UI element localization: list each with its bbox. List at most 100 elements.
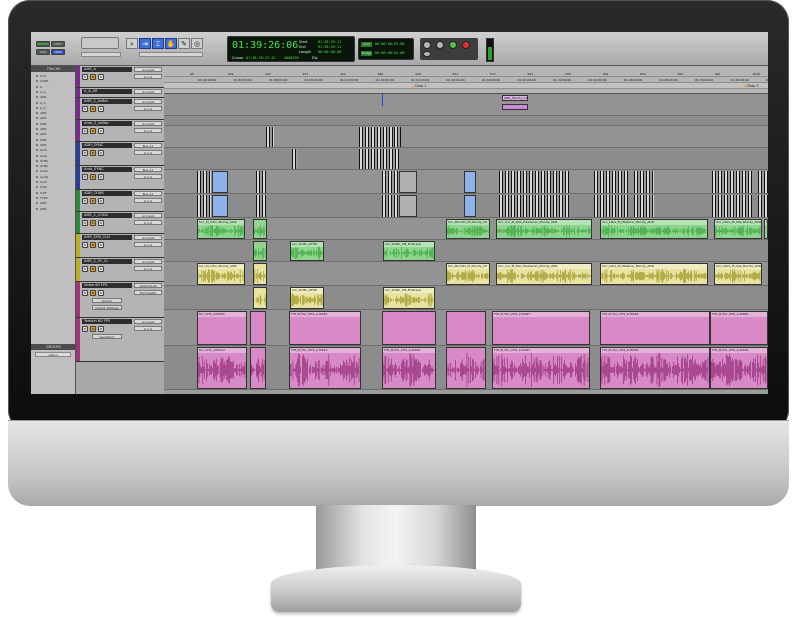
solo-button[interactable]: S [82, 74, 88, 80]
nudge-value[interactable]: 00:00:00:01.00 [375, 51, 405, 55]
track-header[interactable]: ADR_A no input A 1-2 S M R [76, 66, 164, 88]
record-arm-button[interactable]: R [98, 128, 104, 134]
track-name[interactable]: Video 60 FPS [82, 283, 132, 288]
track-name[interactable]: ADR_2_CONS [82, 213, 132, 218]
dly-label[interactable]: Dly [312, 56, 318, 60]
mute-button[interactable]: M [90, 174, 96, 180]
track-header[interactable]: ADR_2_CONS no input A 1-2 S M R [76, 212, 164, 234]
track-lane[interactable] [164, 116, 768, 126]
playhead-cursor[interactable] [382, 94, 383, 106]
track-input-selector[interactable]: no input [134, 235, 162, 240]
groups-header[interactable]: GROUPS [31, 344, 76, 350]
track-visibility-icon[interactable] [36, 159, 38, 162]
track-list-item[interactable]: ADR [33, 127, 74, 132]
audio-clip[interactable] [446, 311, 486, 345]
audio-clip[interactable] [250, 311, 266, 345]
track-visibility-icon[interactable] [36, 96, 38, 99]
audio-clip[interactable]: TIH_M_Fac_CH2_scl0029 [600, 347, 710, 389]
track-input-selector[interactable]: no input [134, 67, 162, 72]
track-name[interactable]: ADR_2_AsRec [82, 99, 132, 104]
track-input-selector[interactable]: 120p/59.94 [134, 283, 162, 288]
audio-clip[interactable] [212, 171, 228, 193]
track-input-selector[interactable]: no input [134, 319, 162, 324]
track-visibility-icon[interactable] [36, 90, 38, 93]
track-visibility-icon[interactable] [36, 143, 38, 146]
mute-button[interactable]: M [90, 128, 96, 134]
mute-button[interactable]: M [90, 74, 96, 80]
zoom-controls[interactable] [81, 37, 119, 49]
track-visibility-icon[interactable] [36, 186, 38, 189]
dense-clip-region[interactable] [197, 171, 211, 193]
track-lane[interactable]: Scn_M_Intro_Mundy_ADR Scn_BornRn_M_Mundy_… [164, 262, 768, 286]
audio-clip[interactable] [253, 263, 267, 285]
track-name[interactable]: ADR_A [82, 67, 132, 72]
edit-tools-row[interactable] [139, 52, 203, 57]
track-lane[interactable]: Fac_CH1_scl0012 TIH_M_Fac_CH1_scl0013 TIH_… [164, 346, 768, 390]
track-output-selector[interactable]: A 1-2 [134, 128, 162, 133]
audio-clip[interactable]: Scn_Cor_M_Kiss_Headscan_Mundy_ADR [496, 219, 592, 239]
track-visibility-icon[interactable] [36, 207, 38, 210]
track-list-item[interactable]: SYNC [33, 159, 74, 164]
track-list-item[interactable]: A_A [33, 101, 74, 106]
track-visibility-icon[interactable] [36, 149, 38, 152]
grid-value[interactable]: 00:00:00:01.00 [375, 42, 405, 46]
audio-clip[interactable] [399, 171, 417, 193]
trim-icon[interactable]: ⇥ [139, 38, 151, 49]
track-output-selector[interactable]: Full Quality [134, 290, 162, 295]
main-counter[interactable]: 01:39:26:06 Cursor 01:38:28:23.32 400870… [227, 36, 355, 62]
track-visibility-icon[interactable] [36, 170, 38, 173]
solo-button[interactable]: S [82, 150, 88, 156]
track-lane[interactable] [164, 126, 768, 148]
dense-clip-region[interactable] [712, 195, 752, 217]
track-name[interactable]: ADR_SYN_CLN [82, 235, 132, 240]
audio-clip[interactable] [253, 241, 267, 261]
dense-clip-region[interactable] [758, 195, 768, 217]
audio-clip[interactable]: Fac_CH1_scl0001 [197, 311, 247, 345]
mute-button[interactable]: M [90, 220, 96, 226]
slip-mode-button[interactable]: SLIP [36, 49, 50, 55]
audio-clip[interactable]: TIH_M_Fac_CH1_scl0027 [492, 311, 590, 345]
track-input-selector[interactable]: no input [134, 99, 162, 104]
audio-clip[interactable]: ADR_Mundy_C1 [502, 95, 528, 101]
record-arm-button[interactable]: R [98, 266, 104, 272]
marker-chap-3[interactable]: ◆Chap 3 [744, 83, 759, 88]
track-output-selector[interactable]: A 1-2 [134, 150, 162, 155]
dense-clip-region[interactable] [256, 195, 266, 217]
audio-clip[interactable]: Scn_BornRn_M_Mundy_C2 [446, 263, 490, 285]
audio-clip[interactable] [399, 195, 417, 217]
audio-clip[interactable]: scn_DrrBn_SM_Embrace [383, 241, 435, 261]
stop-icon[interactable] [436, 41, 444, 49]
track-input-selector[interactable]: Bus 11 [134, 167, 162, 172]
track-input-selector[interactable]: no input [134, 213, 162, 218]
dense-clip-region[interactable] [758, 171, 768, 193]
record-arm-button[interactable]: R [98, 174, 104, 180]
dense-clip-region[interactable] [499, 195, 569, 217]
audio-clip[interactable]: TIH_M_Fac_CH1_scl0013 [289, 347, 361, 389]
dense-clip-region[interactable] [499, 171, 569, 193]
track-input-selector[interactable]: no input [134, 259, 162, 264]
track-visibility-icon[interactable] [36, 106, 38, 109]
rewind-icon[interactable] [423, 41, 431, 49]
mute-button[interactable]: M [90, 326, 96, 332]
track-output-selector[interactable]: A 1-2 [134, 220, 162, 225]
mute-button[interactable]: M [90, 290, 96, 296]
track-list-item[interactable]: ADR [33, 138, 74, 143]
track-list-item[interactable]: Amb [33, 148, 74, 153]
dense-clip-region[interactable] [266, 127, 274, 147]
dense-clip-region[interactable] [594, 195, 628, 217]
track-list-item[interactable]: AudC [33, 169, 74, 174]
dense-clip-region[interactable] [394, 127, 401, 147]
track-list-item[interactable]: ADR [33, 201, 74, 206]
track-visibility-icon[interactable] [36, 75, 38, 77]
audio-clip[interactable]: Scn_M_Intro_Mundy_ADR [197, 263, 245, 285]
track-lane[interactable]: scn_DrrBn_OF08 scn_DrrBn_SM_Embrace [164, 240, 768, 262]
audio-clip[interactable]: scn_DrrBn_OF08 [290, 287, 324, 309]
grid-nudge-display[interactable]: Grid 00:00:00:01.00 Nudge 00:00:00:01.00 [358, 38, 414, 60]
track-input-selector[interactable]: no input [134, 121, 162, 126]
track-header[interactable]: A_A_AR no input [76, 88, 164, 98]
solo-button[interactable]: S [82, 198, 88, 204]
track-list-item[interactable]: TSSP [33, 196, 74, 201]
solo-button[interactable]: S [82, 266, 88, 272]
track-list-item[interactable]: VidV [33, 185, 74, 190]
track-header[interactable]: Video 60 FPS 120p/59.94 Full Quality S M Rblo… [76, 282, 164, 318]
